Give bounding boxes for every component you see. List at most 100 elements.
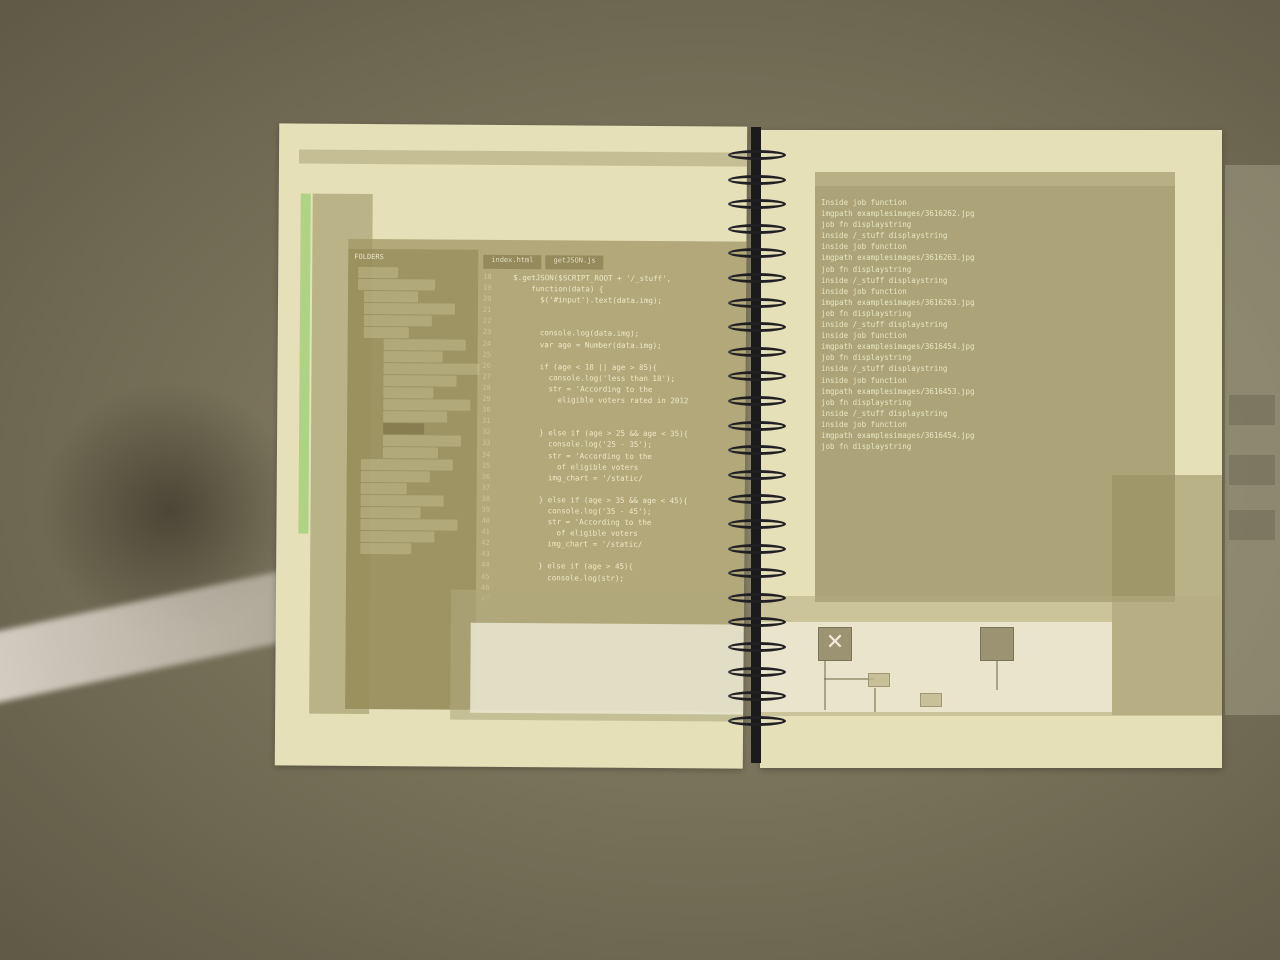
line-number: 22 (482, 317, 492, 326)
sidebar-tree-item (364, 290, 419, 303)
close-icon: ✕ (818, 627, 852, 661)
spiral-coil (728, 666, 786, 677)
console-line: job fn displaystring (821, 264, 912, 274)
graph-node (868, 673, 890, 687)
sidebar-tree-item (383, 351, 443, 363)
sidebar-tree-item (360, 494, 444, 507)
line-number: 40 (481, 516, 490, 525)
console-line: job fn displaystring (821, 442, 912, 452)
line-number: 36 (481, 472, 491, 481)
line-number: 25 (482, 350, 492, 359)
spiral-coil (728, 273, 786, 283)
spiral-coil (728, 396, 786, 406)
console-output: Inside job function imgpath examplesimage… (815, 198, 1175, 453)
line-number: 35 (481, 461, 491, 470)
line-number: 39 (481, 505, 491, 514)
sidebar-tree-item (382, 435, 462, 447)
console-header (815, 172, 1175, 186)
tab-getjson: getJSON.js (545, 255, 604, 270)
spiral-coil (728, 642, 786, 652)
notebook-left-page: FOLDERS index.html getJSON.js 18 19 20 21 22… (274, 123, 748, 769)
sidebar-tree-item (360, 458, 453, 471)
node-wire (824, 660, 826, 710)
projected-menubar (298, 149, 748, 167)
spiral-coil (728, 592, 786, 603)
line-number: 43 (481, 550, 490, 559)
sidebar-tree-item (383, 387, 434, 399)
spiral-coil (728, 420, 786, 431)
console-line: imgpath examplesimages/3616263.jpg (821, 297, 975, 307)
line-number: 34 (481, 450, 491, 459)
spiral-coil (728, 297, 786, 308)
line-number: 44 (481, 561, 490, 570)
line-number: 45 (481, 572, 490, 581)
spiral-coil (728, 223, 786, 234)
sidebar-tree-item (358, 278, 436, 291)
projection-spill (1225, 165, 1280, 715)
sidebar-header: FOLDERS (354, 252, 384, 262)
console-line: inside /_stuff displaystring (821, 364, 948, 374)
projected-green-strip (298, 193, 311, 534)
line-number: 42 (481, 539, 490, 548)
console-line: job fn displaystring (821, 353, 912, 363)
spiral-coil (728, 543, 786, 554)
spiral-coil (728, 469, 786, 480)
sidebar-tree-item (363, 302, 455, 315)
tab-index: index.html (483, 254, 542, 270)
console-line: job fn displaystring (821, 308, 912, 318)
console-line: inside job function (821, 419, 907, 429)
sidebar-tree-item (383, 423, 425, 435)
console-line: inside /_stuff displaystring (821, 231, 948, 241)
sidebar-tree-item (383, 411, 448, 423)
sidebar-tree-item (383, 375, 457, 387)
console-line: inside /_stuff displaystring (821, 408, 948, 418)
console-line: inside /_stuff displaystring (821, 320, 948, 330)
line-number: 32 (482, 428, 491, 437)
node-square (980, 627, 1014, 661)
line-number: 28 (482, 383, 491, 392)
sidebar-tree-item (363, 326, 409, 339)
line-number: 27 (482, 372, 491, 381)
sidebar-tree-item (360, 518, 458, 531)
node-wire (874, 688, 876, 712)
console-line: imgpath examplesimages/3616453.jpg (821, 386, 975, 396)
console-line: inside /_stuff displaystring (821, 275, 948, 285)
console-line: inside job function (821, 375, 907, 385)
spiral-coil (728, 346, 786, 357)
sidebar-tree-item (360, 506, 421, 519)
sidebar-tree-item (360, 470, 430, 483)
console-line: job fn displaystring (821, 220, 912, 230)
console-line: imgpath examplesimages/3616454.jpg (821, 342, 975, 352)
console-line: imgpath examplesimages/3616263.jpg (821, 253, 975, 263)
spiral-coil (728, 150, 786, 160)
sidebar-tree-item (383, 363, 480, 375)
sidebar-tree-item (360, 542, 412, 555)
console-line: inside job function (821, 286, 907, 296)
line-number: 26 (482, 361, 492, 370)
line-number: 41 (481, 527, 490, 537)
console-line: Inside job function (821, 198, 907, 207)
editor-tabs: index.html getJSON.js (483, 254, 743, 271)
notebook-right-page: Inside job function imgpath examplesimage… (760, 130, 1222, 768)
console-line: imgpath examplesimages/3616262.jpg (821, 209, 975, 219)
line-number: 38 (481, 494, 491, 503)
node-wire (824, 678, 874, 680)
line-number: 18 (483, 272, 492, 281)
line-number: 20 (482, 294, 492, 304)
sidebar-tree-item (358, 266, 399, 279)
sidebar-tree-item (360, 482, 407, 495)
node-wire (996, 660, 998, 690)
line-number: 33 (481, 439, 491, 448)
line-number: 19 (483, 283, 492, 292)
line-number: 21 (482, 306, 492, 315)
console-line: inside job function (821, 242, 907, 252)
spiral-coil (728, 174, 786, 185)
projected-bottom-panel-content (470, 622, 744, 715)
console-line: imgpath examplesimages/3616454.jpg (821, 430, 975, 440)
sidebar-tree-item (360, 530, 435, 543)
line-number: 24 (482, 339, 492, 348)
sidebar-tree-item (383, 339, 466, 351)
sidebar-tree-item (382, 447, 438, 459)
line-number: 37 (481, 483, 491, 492)
graph-node (920, 693, 942, 707)
